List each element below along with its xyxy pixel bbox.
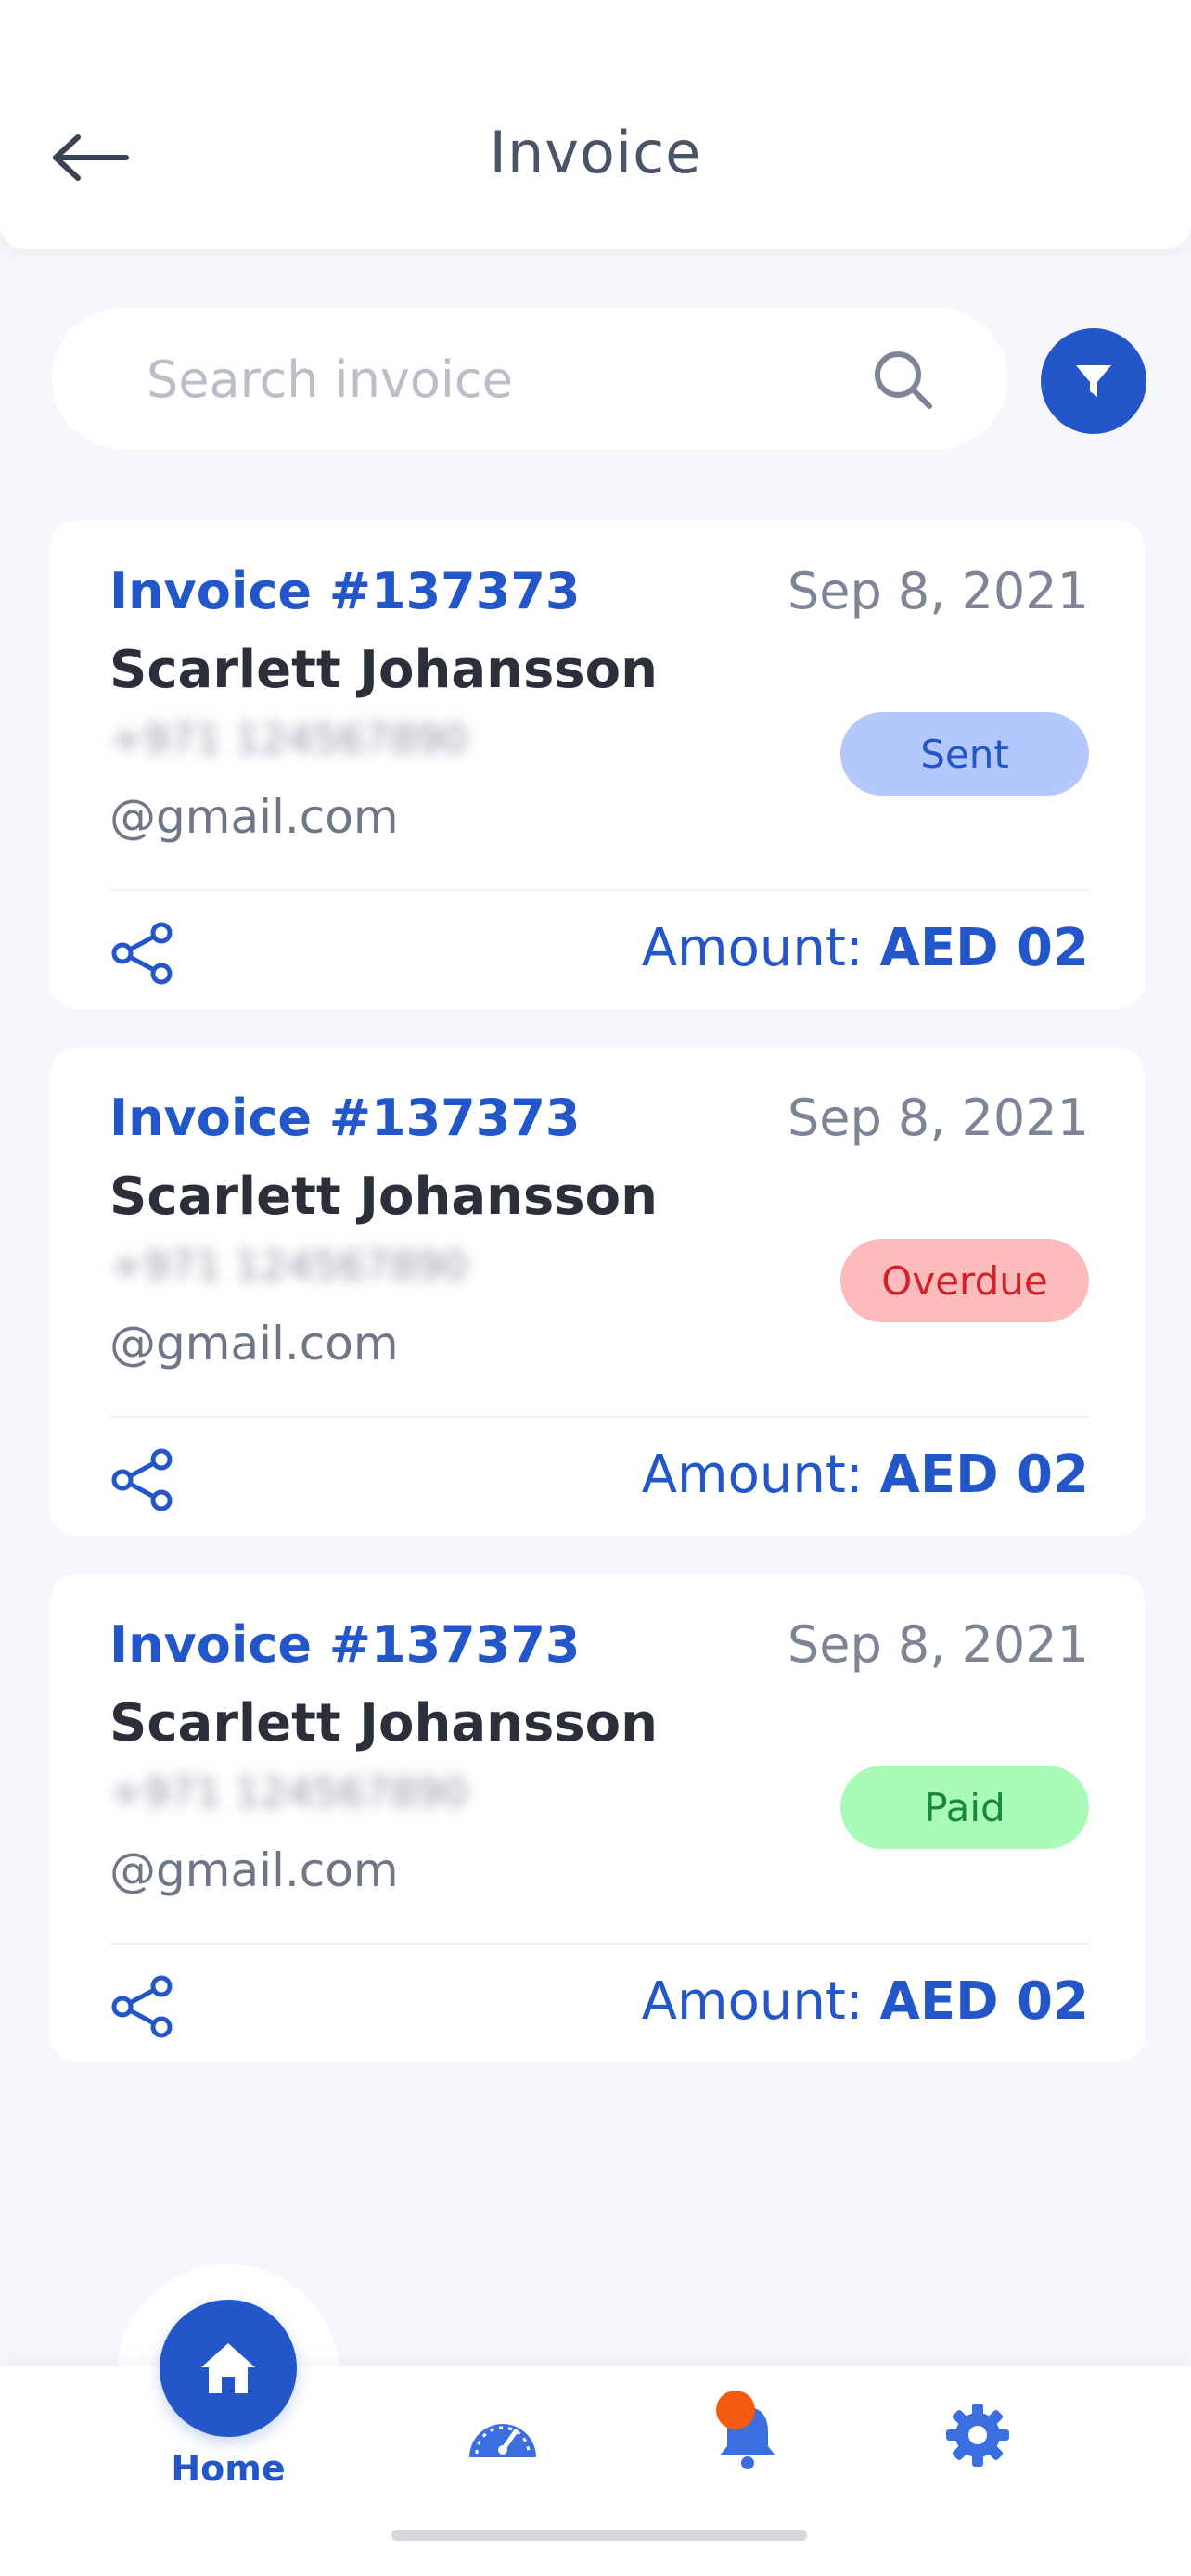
- speedometer-icon[interactable]: [464, 2396, 542, 2474]
- nav-home-label[interactable]: Home: [135, 2448, 321, 2489]
- customer-name: Scarlett Johansson: [109, 1167, 658, 1227]
- filter-icon: [1076, 365, 1111, 397]
- card-divider: [109, 1943, 1089, 1945]
- notification-dot: [716, 2391, 755, 2429]
- amount-label: Amount:: [641, 918, 864, 978]
- search-input[interactable]: [145, 308, 890, 451]
- search-icon[interactable]: [868, 345, 937, 414]
- customer-email: @gmail.com: [109, 1317, 399, 1371]
- invoice-amount: Amount: AED 02: [642, 1971, 1089, 2032]
- invoice-card[interactable]: Invoice #137373 Sep 8, 2021 Scarlett Joh…: [50, 1575, 1145, 2062]
- customer-phone: +971 124567890: [109, 716, 468, 763]
- home-indicator: [391, 2530, 807, 2541]
- amount-label: Amount:: [641, 1971, 864, 2032]
- invoice-date: Sep 8, 2021: [787, 1089, 1089, 1147]
- card-divider: [109, 1416, 1089, 1418]
- invoice-amount: Amount: AED 02: [642, 918, 1089, 978]
- status-badge: Paid: [840, 1766, 1089, 1849]
- share-icon[interactable]: [109, 1973, 176, 2040]
- filter-button[interactable]: [1041, 328, 1146, 434]
- card-divider: [109, 889, 1089, 891]
- page-title: Invoice: [489, 119, 702, 186]
- search-bar[interactable]: [52, 308, 1007, 451]
- customer-email: @gmail.com: [109, 1843, 399, 1897]
- share-icon[interactable]: [109, 920, 176, 987]
- invoice-number[interactable]: Invoice #137373: [109, 1615, 580, 1674]
- status-badge: Overdue: [840, 1239, 1089, 1322]
- customer-phone: +971 124567890: [109, 1769, 468, 1817]
- gear-icon[interactable]: [939, 2396, 1017, 2474]
- header-bar: Invoice: [0, 0, 1191, 249]
- amount-value: AED 02: [879, 1971, 1089, 2032]
- invoice-card[interactable]: Invoice #137373 Sep 8, 2021 Scarlett Joh…: [50, 521, 1145, 1009]
- invoice-number[interactable]: Invoice #137373: [109, 562, 580, 620]
- amount-value: AED 02: [879, 1445, 1089, 1505]
- customer-name: Scarlett Johansson: [109, 640, 658, 700]
- share-icon[interactable]: [109, 1447, 176, 1513]
- home-icon: [201, 2343, 255, 2393]
- amount-value: AED 02: [879, 918, 1089, 978]
- invoice-date: Sep 8, 2021: [787, 562, 1089, 620]
- customer-phone: +971 124567890: [109, 1243, 468, 1290]
- invoice-list: Invoice #137373 Sep 8, 2021 Scarlett Joh…: [50, 521, 1145, 2101]
- invoice-amount: Amount: AED 02: [642, 1445, 1089, 1505]
- nav-home-button[interactable]: [160, 2300, 297, 2437]
- invoice-date: Sep 8, 2021: [787, 1615, 1089, 1674]
- customer-email: @gmail.com: [109, 790, 399, 844]
- invoice-number[interactable]: Invoice #137373: [109, 1089, 580, 1147]
- invoice-card[interactable]: Invoice #137373 Sep 8, 2021 Scarlett Joh…: [50, 1048, 1145, 1536]
- customer-name: Scarlett Johansson: [109, 1693, 658, 1753]
- amount-label: Amount:: [641, 1445, 864, 1505]
- status-badge: Sent: [840, 712, 1089, 796]
